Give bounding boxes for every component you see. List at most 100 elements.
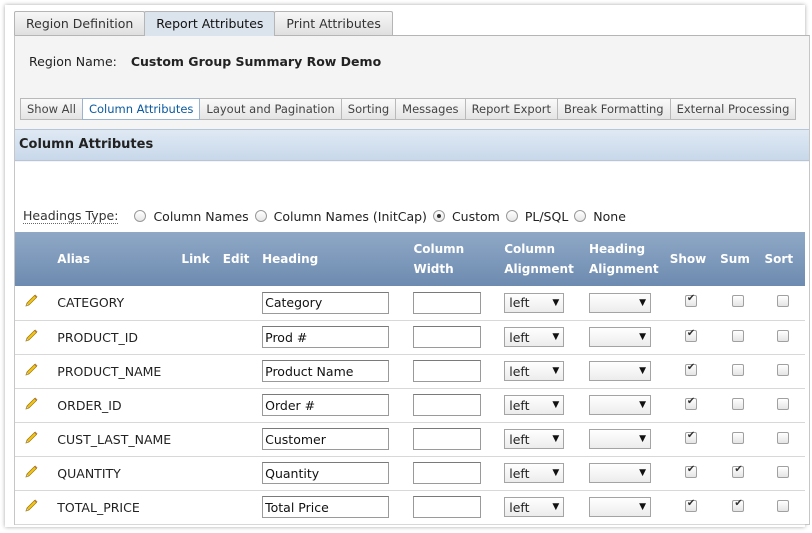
pencil-icon[interactable]	[23, 396, 39, 412]
pencil-icon[interactable]	[23, 464, 39, 480]
heading-alignment-select[interactable]: ▼	[589, 292, 651, 313]
column-width-input[interactable]	[413, 462, 482, 484]
radio-column-names-initcap[interactable]: Column Names (InitCap)	[254, 209, 427, 224]
header-column-alignment-line2: Alignment	[504, 262, 574, 276]
heading-input[interactable]	[262, 428, 390, 450]
header-column-width-line1: Column	[413, 242, 465, 256]
show-checkbox[interactable]	[684, 362, 697, 376]
column-alignment-select[interactable]: left ▼	[504, 327, 565, 347]
column-alignment-select[interactable]: left ▼	[504, 395, 565, 415]
sum-checkbox[interactable]	[732, 363, 745, 376]
show-checkbox[interactable]	[684, 396, 697, 410]
heading-input[interactable]	[262, 394, 390, 416]
column-width-input[interactable]	[413, 326, 482, 348]
radio-button[interactable]	[505, 210, 518, 222]
sort-checkbox[interactable]	[776, 397, 789, 410]
header-sort: Sort	[760, 232, 805, 286]
sort-checkbox[interactable]	[776, 363, 789, 376]
sum-checkbox[interactable]	[732, 295, 745, 308]
radio-label: Custom	[451, 208, 500, 224]
subtab-messages[interactable]: Messages	[395, 98, 466, 120]
sum-checkbox[interactable]	[732, 397, 745, 410]
heading-input[interactable]	[262, 291, 390, 314]
column-width-input[interactable]	[413, 428, 482, 450]
column-width-input[interactable]	[413, 291, 482, 314]
column-alignment-select[interactable]: left ▼	[504, 463, 565, 483]
heading-alignment-select[interactable]: ▼	[589, 463, 651, 483]
pencil-icon[interactable]	[23, 362, 39, 378]
heading-alignment-select[interactable]: ▼	[589, 327, 651, 347]
radio-label: PL/SQL	[524, 208, 569, 224]
heading-input[interactable]	[262, 360, 390, 382]
header-show: Show	[665, 232, 717, 286]
radio-column-names[interactable]: Column Names	[134, 208, 249, 224]
sort-checkbox[interactable]	[776, 295, 789, 308]
sort-checkbox[interactable]	[776, 329, 789, 342]
pencil-icon[interactable]	[23, 430, 39, 446]
column-alignment-select[interactable]: left ▼	[504, 292, 565, 313]
column-alignment-select[interactable]: left ▼	[504, 429, 565, 449]
heading-input[interactable]	[262, 496, 390, 518]
link-cell	[177, 320, 219, 355]
heading-alignment-select[interactable]: ▼	[589, 497, 651, 517]
subtab-break-formatting[interactable]: Break Formatting	[556, 98, 671, 120]
show-checkbox[interactable]	[684, 430, 697, 444]
radio-button[interactable]	[574, 210, 587, 222]
subtab-report-export[interactable]: Report Export	[464, 98, 558, 120]
link-cell	[177, 456, 219, 491]
radio-custom[interactable]: Custom	[432, 208, 500, 224]
heading-input[interactable]	[262, 462, 390, 484]
heading-alignment-select[interactable]: ▼	[589, 361, 651, 381]
table-row: CUST_LAST_NAME left ▼ ▼	[15, 422, 805, 457]
sub-tab-bar: Show All Column Attributes Layout and Pa…	[20, 98, 797, 120]
tab-region-definition[interactable]: Region Definition	[14, 11, 146, 36]
show-checkbox[interactable]	[684, 293, 697, 308]
radio-button-selected[interactable]	[432, 210, 445, 222]
tab-print-attributes[interactable]: Print Attributes	[274, 11, 393, 36]
radio-button[interactable]	[134, 210, 147, 222]
show-checkbox[interactable]	[684, 464, 697, 478]
sort-checkbox[interactable]	[776, 465, 789, 478]
edit-cell	[218, 354, 259, 389]
radio-button[interactable]	[254, 210, 267, 222]
pencil-icon[interactable]	[23, 328, 39, 344]
column-width-input[interactable]	[413, 496, 482, 518]
subtab-column-attributes[interactable]: Column Attributes	[81, 98, 201, 120]
column-alignment-select[interactable]: left ▼	[504, 361, 565, 381]
radio-plsql[interactable]: PL/SQL	[505, 208, 569, 224]
show-checkbox[interactable]	[684, 498, 697, 512]
subtab-layout-pagination[interactable]: Layout and Pagination	[199, 98, 342, 120]
region-name-value: Custom Group Summary Row Demo	[130, 54, 382, 69]
alias-cell: CATEGORY	[49, 286, 178, 321]
heading-alignment-select[interactable]: ▼	[589, 395, 651, 415]
column-alignment-select[interactable]: left ▼	[504, 497, 565, 517]
sum-checkbox[interactable]	[732, 329, 745, 342]
pencil-icon[interactable]	[23, 293, 39, 309]
sum-checkbox[interactable]	[732, 464, 745, 478]
tab-report-attributes[interactable]: Report Attributes	[144, 11, 276, 36]
pencil-icon[interactable]	[23, 498, 39, 514]
column-alignment-value: left	[509, 499, 530, 515]
subtab-sorting[interactable]: Sorting	[340, 98, 397, 120]
heading-input[interactable]	[262, 326, 390, 348]
sum-checkbox[interactable]	[732, 498, 745, 512]
column-width-input[interactable]	[413, 360, 482, 382]
radio-none[interactable]: None	[574, 209, 626, 224]
edit-cell	[218, 320, 259, 355]
subtab-show-all[interactable]: Show All	[20, 98, 83, 120]
dropdown-arrow-icon: ▼	[552, 502, 560, 512]
table-row: PRODUCT_NAME left ▼ ▼	[15, 354, 805, 389]
sum-checkbox[interactable]	[732, 431, 745, 444]
header-column-width: Column Width	[409, 232, 501, 286]
sort-checkbox[interactable]	[776, 431, 789, 444]
dropdown-arrow-icon: ▼	[639, 434, 646, 444]
sort-checkbox[interactable]	[776, 499, 789, 512]
heading-alignment-select[interactable]: ▼	[589, 429, 651, 449]
dropdown-arrow-icon: ▼	[552, 400, 560, 410]
show-checkbox[interactable]	[684, 328, 697, 342]
dropdown-arrow-icon: ▼	[552, 297, 560, 308]
radio-label: Column Names	[153, 208, 249, 224]
column-width-input[interactable]	[413, 394, 482, 416]
subtab-external-processing[interactable]: External Processing	[669, 98, 797, 120]
link-cell	[177, 354, 219, 389]
